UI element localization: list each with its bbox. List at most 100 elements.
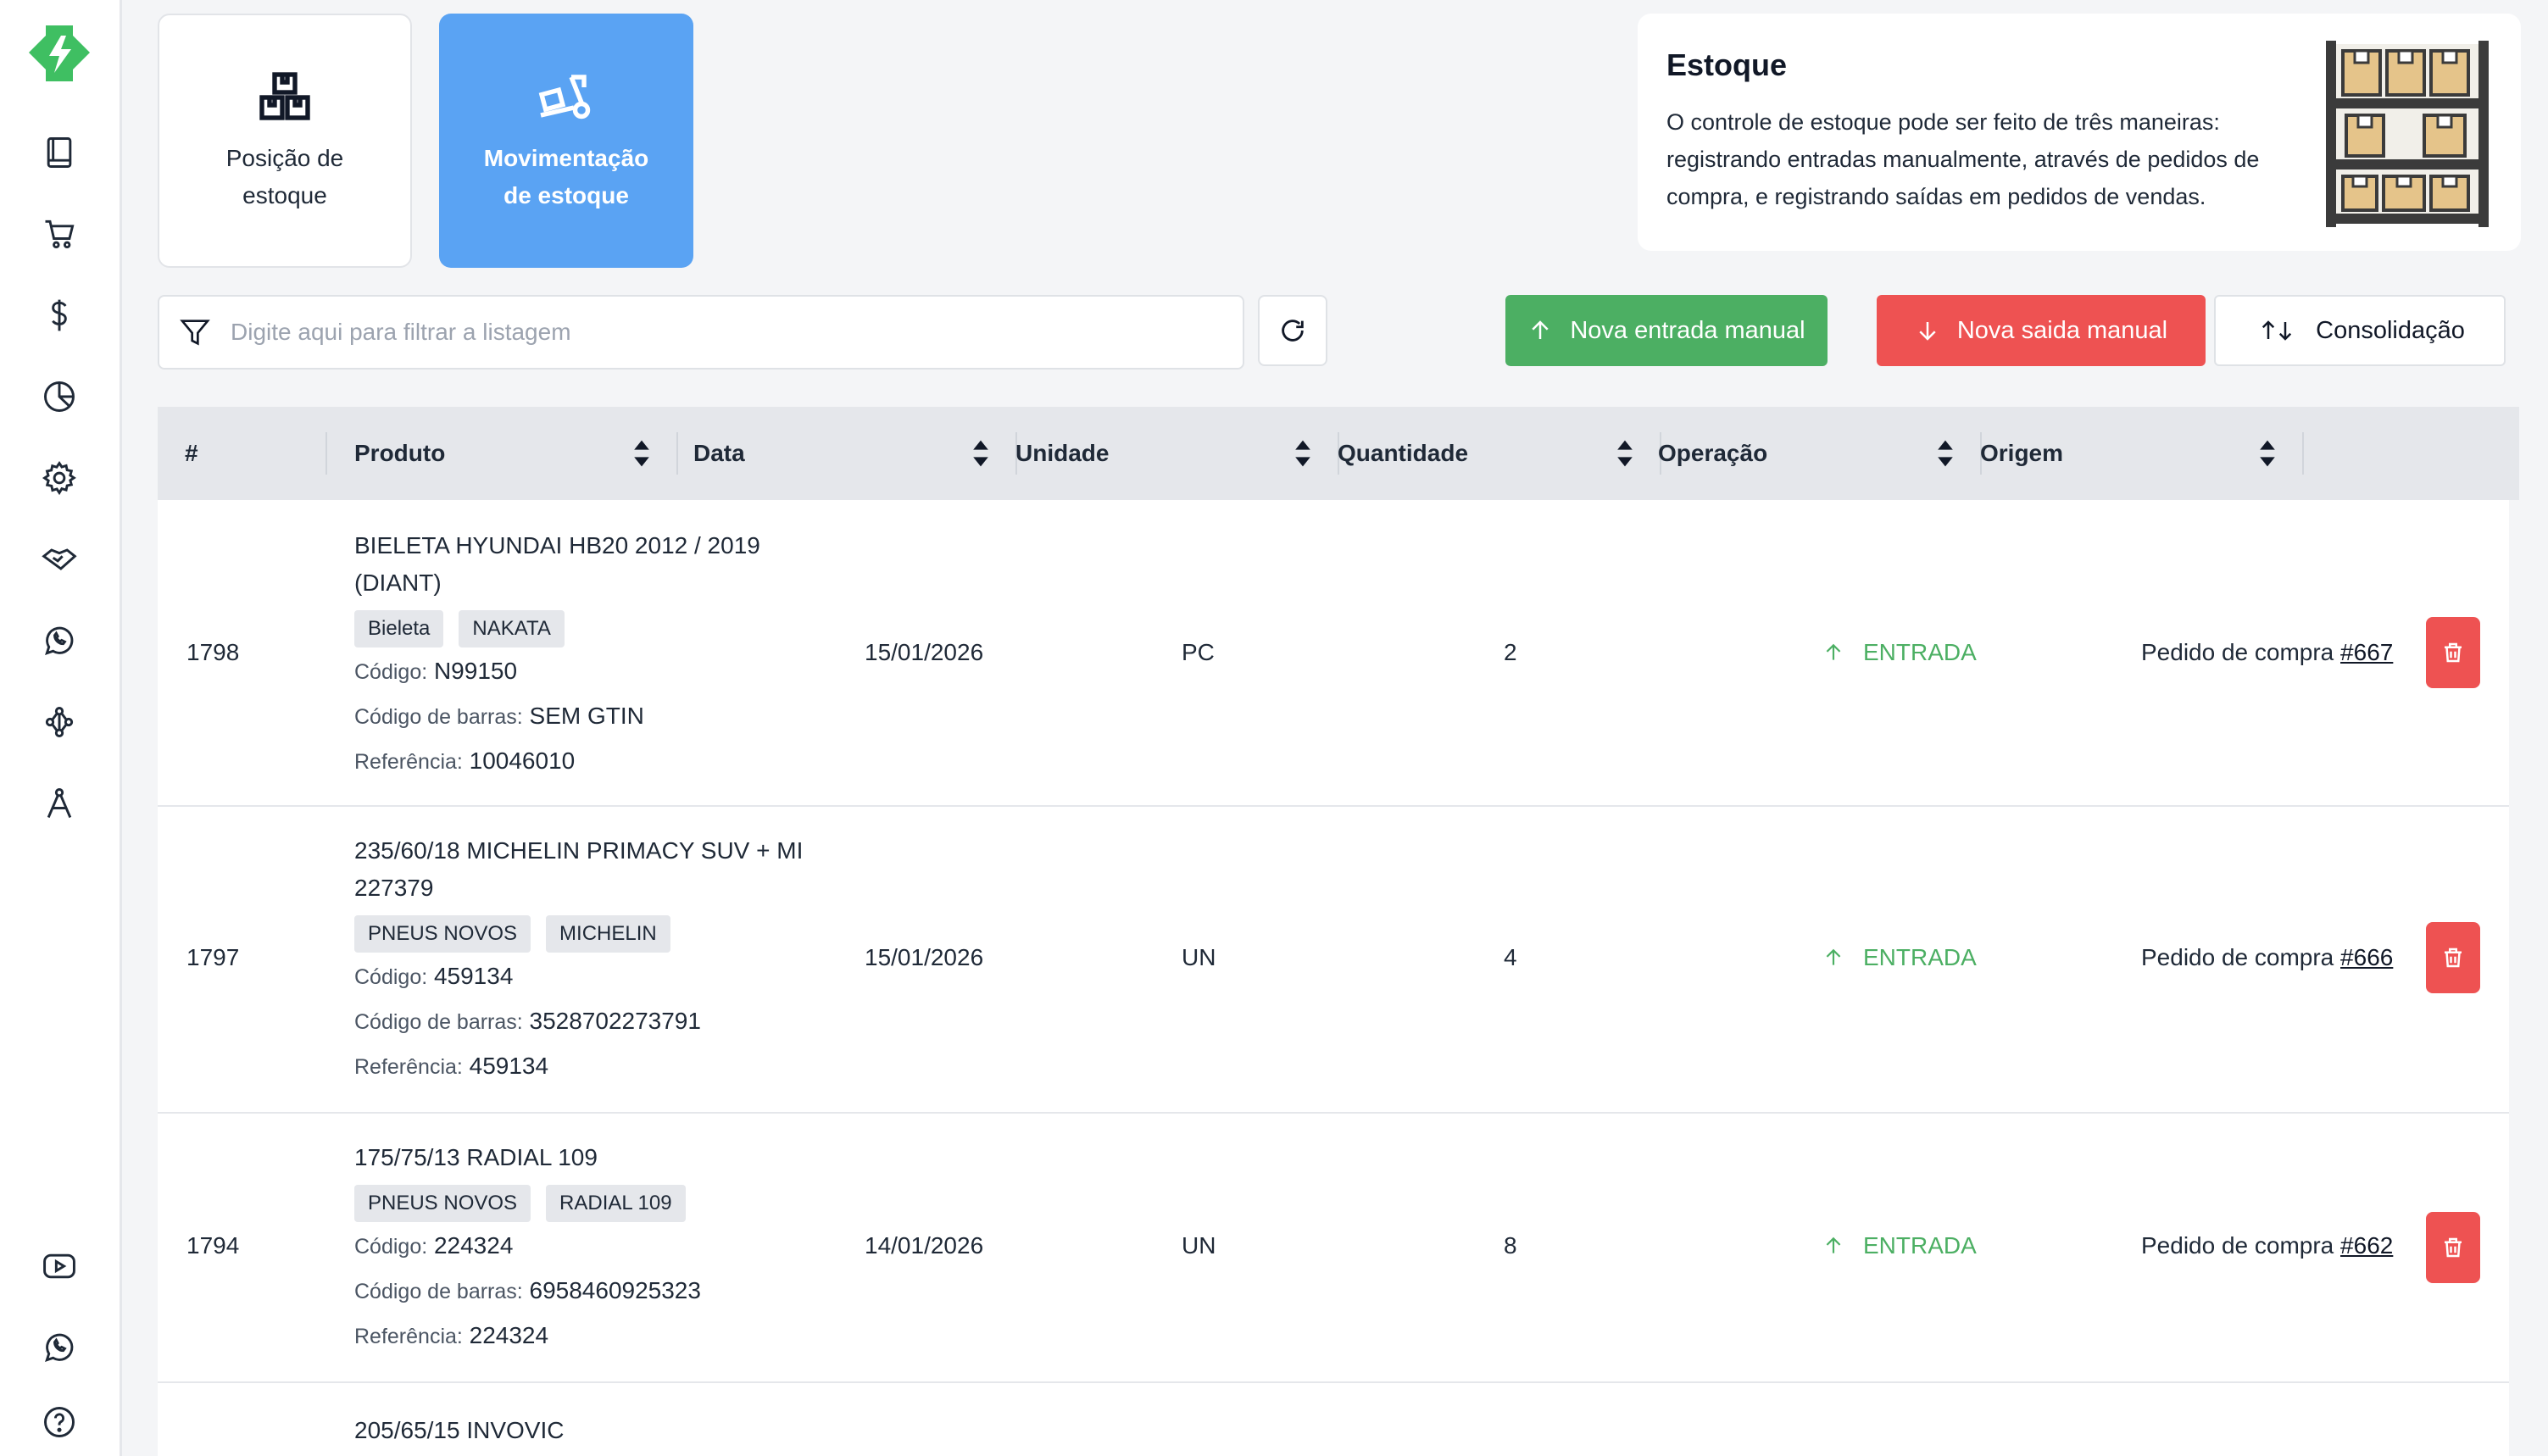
product-tag: RADIAL 109 [546, 1185, 686, 1222]
row-quantity: 2 [1504, 639, 1517, 665]
sort-icon [1617, 440, 1633, 467]
table-row: 1798 BIELETA HYUNDAI HB20 2012 / 2019 (D… [158, 500, 2509, 807]
arrow-up-icon [1826, 1236, 1841, 1253]
reference-value: 224324 [469, 1322, 549, 1348]
code-label: Código: [354, 660, 428, 684]
refresh-icon [1282, 320, 1304, 342]
arrow-up-icon [1826, 948, 1841, 965]
row-id: 1798 [186, 639, 240, 665]
stock-position-card[interactable]: Posição de estoque [158, 14, 412, 268]
new-manual-exit-label: Nova saida manual [1956, 316, 2168, 344]
consolidation-button[interactable]: Consolidação [2214, 295, 2506, 366]
sort-icon [1295, 440, 1310, 467]
col-separator [2302, 432, 2304, 475]
stock-movement-label: Movimentação de estoque [483, 145, 649, 208]
code-label: Código: [354, 965, 428, 989]
delete-button[interactable] [2426, 617, 2480, 688]
col-header-unit[interactable]: Unidade [1015, 407, 1338, 500]
row-id: 1797 [186, 944, 240, 970]
app-logo[interactable] [27, 24, 92, 83]
row-unit: UN [1182, 1232, 1216, 1259]
network-icon[interactable] [37, 700, 81, 744]
product-meta: Código: N99150 Código de barras: SEM GTI… [354, 649, 644, 784]
hand-truck-icon [538, 75, 591, 119]
new-manual-entry-button[interactable]: Nova entrada manual [1505, 295, 1828, 366]
row-origin: Pedido de compra #667 [2141, 639, 2394, 665]
product-name: 205/65/15 INVOVIC [354, 1417, 565, 1443]
compass-tool-icon[interactable] [37, 781, 81, 825]
row-unit: UN [1182, 944, 1216, 970]
col-header-origin[interactable]: Origem [1980, 407, 2302, 500]
row-date: 14/01/2026 [865, 1232, 984, 1259]
operation-status: ENTRADA [1822, 639, 1977, 666]
row-quantity: 8 [1504, 1232, 1517, 1259]
product-name: BIELETA HYUNDAI HB20 2012 / 2019 (DIANT) [354, 532, 760, 596]
warehouse-shelf-illustration [2326, 41, 2489, 227]
cart-icon[interactable] [37, 212, 81, 256]
barcode-value: 3528702273791 [529, 1008, 701, 1034]
whatsapp-icon[interactable] [37, 1325, 81, 1370]
table-row: 205/65/15 INVOVIC [158, 1383, 2509, 1456]
delete-button[interactable] [2426, 1212, 2480, 1283]
origin-link[interactable]: #666 [2340, 944, 2393, 970]
col-header-product[interactable]: Produto [354, 407, 676, 500]
operation-status: ENTRADA [1822, 1232, 1977, 1259]
reference-value: 10046010 [469, 747, 576, 774]
origin-link[interactable]: #667 [2340, 639, 2393, 665]
boxes-icon [259, 72, 310, 120]
row-origin: Pedido de compra #666 [2141, 944, 2394, 970]
filter-icon [180, 320, 210, 346]
info-title: Estoque [1666, 47, 1788, 82]
gear-icon[interactable] [37, 456, 81, 500]
refresh-button[interactable] [1258, 295, 1327, 366]
table-header: # Produto Data Unidade Quantidade Operaç… [158, 407, 2519, 500]
col-header-quantity[interactable]: Quantidade [1338, 407, 1660, 500]
arrow-up-icon [1532, 320, 1549, 339]
col-header-operation[interactable]: Operação [1658, 407, 1980, 500]
arrow-down-icon [1919, 322, 1936, 341]
trash-icon [2445, 1237, 2462, 1258]
barcode-label: Código de barras: [354, 705, 523, 729]
stock-info-card: Estoque O controle de estoque pode ser f… [1638, 14, 2521, 251]
product-tags: Bieleta NAKATA [354, 610, 565, 647]
new-manual-entry-label: Nova entrada manual [1570, 316, 1805, 344]
sidebar [0, 0, 122, 1456]
product-name: 175/75/13 RADIAL 109 [354, 1144, 598, 1170]
product-tag: PNEUS NOVOS [354, 915, 531, 953]
row-date: 15/01/2026 [865, 639, 984, 665]
sort-icon [973, 440, 988, 467]
product-tag: MICHELIN [546, 915, 670, 953]
trash-icon [2445, 948, 2462, 968]
help-icon[interactable] [37, 1400, 81, 1444]
operation-status: ENTRADA [1822, 944, 1977, 971]
product-tag: Bieleta [354, 610, 444, 647]
reference-value: 459134 [469, 1053, 549, 1079]
barcode-label: Código de barras: [354, 1010, 523, 1034]
product-tag: NAKATA [459, 610, 565, 647]
dollar-icon[interactable] [37, 293, 81, 337]
col-separator [676, 432, 678, 475]
col-header-date[interactable]: Data [693, 407, 1015, 500]
youtube-icon[interactable] [37, 1244, 81, 1288]
filter-input[interactable] [231, 319, 1205, 346]
product-name: 235/60/18 MICHELIN PRIMACY SUV + MI 2273… [354, 837, 804, 901]
filter-bar [158, 295, 1244, 370]
trash-icon [2445, 642, 2462, 663]
stock-movement-card[interactable]: Movimentação de estoque [439, 14, 693, 268]
stock-position-label: Posição de estoque [225, 145, 344, 208]
whatsapp-icon[interactable] [37, 619, 81, 663]
delete-button[interactable] [2426, 922, 2480, 993]
origin-link[interactable]: #662 [2340, 1232, 2393, 1259]
product-meta: Código: 224324 Código de barras: 6958460… [354, 1224, 701, 1359]
pie-chart-icon[interactable] [37, 375, 81, 419]
barcode-value: 6958460925323 [529, 1277, 701, 1303]
barcode-value: SEM GTIN [529, 703, 644, 729]
code-value: 224324 [433, 1232, 514, 1259]
new-manual-exit-button[interactable]: Nova saida manual [1877, 295, 2206, 366]
product-meta: Código: 459134 Código de barras: 3528702… [354, 954, 701, 1089]
book-icon[interactable] [37, 131, 81, 175]
product-tags: PNEUS NOVOS MICHELIN [354, 915, 670, 953]
handshake-icon[interactable] [37, 537, 81, 581]
product-tags: PNEUS NOVOS RADIAL 109 [354, 1185, 686, 1222]
reference-label: Referência: [354, 1055, 463, 1079]
